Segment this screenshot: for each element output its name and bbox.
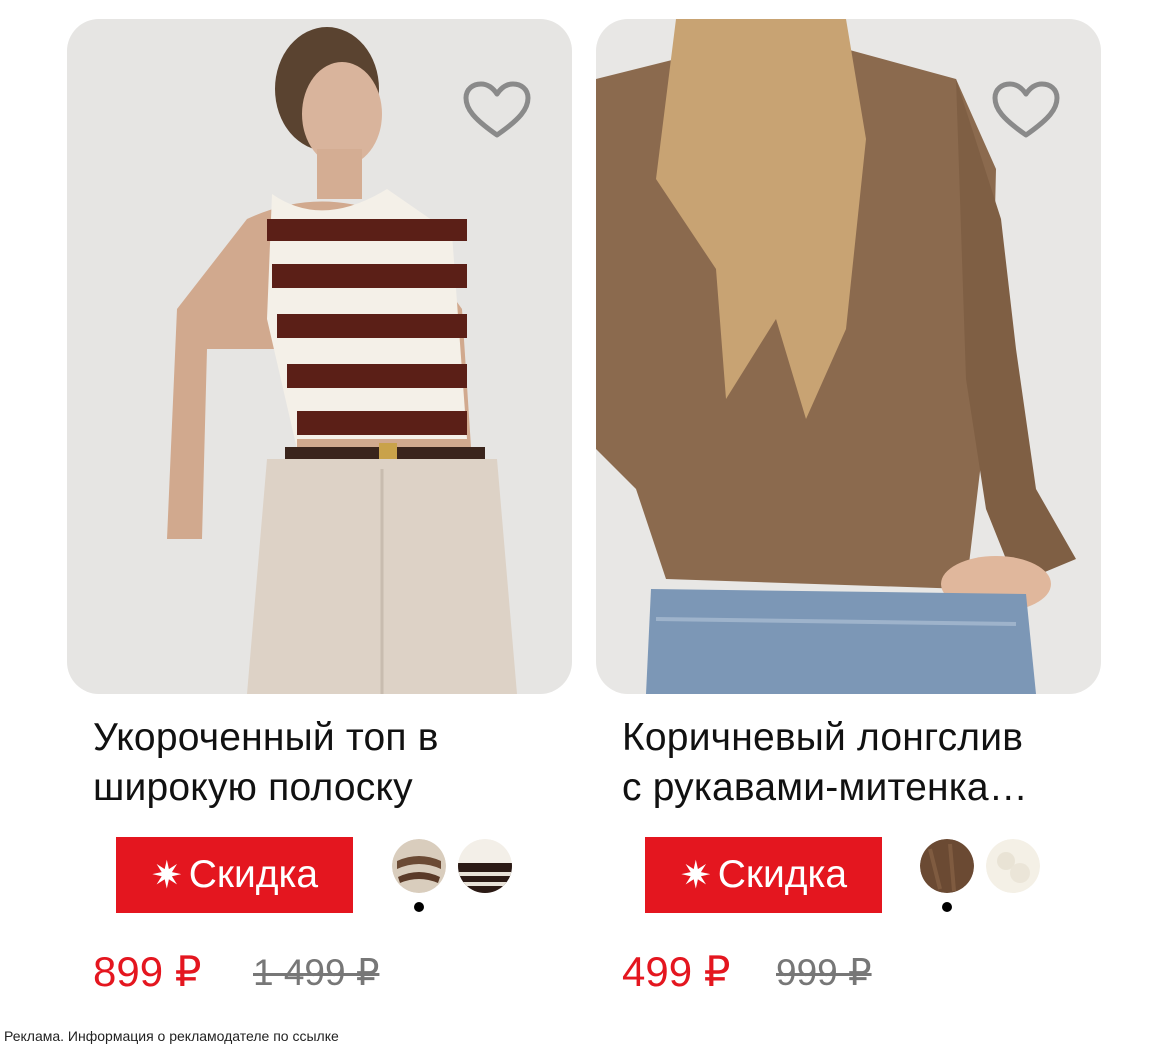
product-photo[interactable]	[67, 19, 572, 694]
discount-label: Скидка	[717, 853, 848, 896]
product-title-line-2: широкую полоску	[93, 766, 413, 809]
color-swatch-1[interactable]	[392, 839, 446, 893]
product-title[interactable]: Коричневый лонгслив с рукавами-митенка…	[622, 713, 1092, 813]
sparkle-icon: ✷	[679, 854, 712, 897]
old-price: 1 499 ₽	[253, 952, 380, 993]
heart-outline-icon[interactable]	[462, 81, 532, 139]
product-card-1[interactable]: Укороченный топ в широкую полоску ✷ Скид…	[67, 19, 572, 995]
discount-badge: ✷ Скидка	[116, 837, 353, 913]
product-title-line-1: Укороченный топ в	[93, 716, 439, 759]
discount-badge: ✷ Скидка	[645, 837, 882, 913]
swatch-image	[920, 839, 974, 893]
color-swatch-2[interactable]	[458, 839, 512, 893]
product-title[interactable]: Укороченный топ в широкую полоску	[93, 713, 563, 813]
product-card-2[interactable]: Коричневый лонгслив с рукавами-митенка… …	[596, 19, 1101, 995]
selected-color-indicator	[942, 902, 952, 912]
color-swatch-2[interactable]	[986, 839, 1040, 893]
swatch-image	[986, 839, 1040, 893]
color-swatch-1[interactable]	[920, 839, 974, 893]
swatch-image	[392, 839, 446, 893]
discount-label: Скидка	[188, 853, 319, 896]
product-photo[interactable]	[596, 19, 1101, 694]
swatch-image	[458, 839, 512, 893]
current-price: 499 ₽	[622, 948, 731, 995]
selected-color-indicator	[414, 902, 424, 912]
heart-outline-icon[interactable]	[991, 81, 1061, 139]
sparkle-icon: ✷	[150, 854, 183, 897]
ad-disclaimer-link[interactable]: Реклама. Информация о рекламодателе по с…	[4, 1028, 339, 1044]
old-price: 999 ₽	[776, 952, 872, 993]
product-title-line-2: с рукавами-митенка…	[622, 766, 1028, 809]
current-price: 899 ₽	[93, 948, 202, 995]
product-title-line-1: Коричневый лонгслив	[622, 716, 1024, 759]
